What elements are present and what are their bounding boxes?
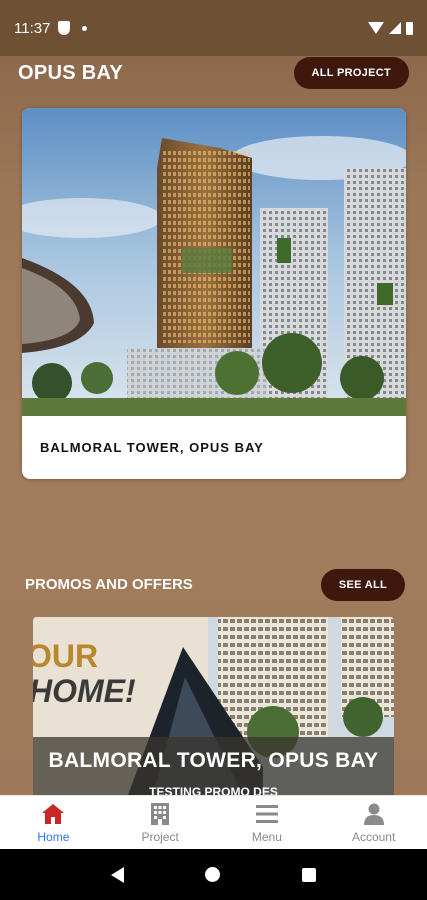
nav-account[interactable]: Account	[320, 796, 427, 849]
nav-project-label: Project	[141, 829, 179, 844]
all-project-button[interactable]: ALL PROJECT	[293, 57, 409, 89]
system-nav-bar	[0, 849, 427, 900]
see-all-button[interactable]: SEE ALL	[320, 568, 405, 601]
battery-icon	[406, 21, 413, 35]
bottom-nav: Home Project Menu Account	[0, 795, 427, 849]
nav-home[interactable]: Home	[0, 796, 107, 849]
nav-project[interactable]: Project	[107, 796, 214, 849]
menu-icon	[255, 804, 278, 823]
nav-menu[interactable]: Menu	[214, 796, 321, 849]
wifi-icon	[368, 22, 384, 34]
promo-banner[interactable]: OUR HOME! BALMORAL TOWER, OPUS BAY TESTI…	[33, 617, 394, 795]
back-icon[interactable]	[110, 866, 124, 883]
project-card[interactable]: BALMORAL TOWER, OPUS BAY	[22, 108, 406, 479]
signal-icon	[389, 22, 401, 34]
status-bar: 11:37	[0, 0, 427, 56]
nav-menu-label: Menu	[251, 829, 282, 844]
project-image	[22, 108, 406, 416]
promo-header: PROMOS AND OFFERS SEE ALL	[25, 568, 405, 601]
promo-subcaption: TESTING PROMO DES	[149, 785, 278, 795]
shield-icon	[58, 21, 71, 35]
nav-account-label: Account	[351, 829, 396, 844]
project-header: OPUS BAY ALL PROJECT	[18, 57, 409, 89]
home-circle-icon[interactable]	[205, 867, 221, 882]
account-icon	[363, 803, 384, 825]
app-screen: 11:37 OPUS BAY ALL PROJECT BALMORAL TOWE…	[0, 0, 427, 900]
status-left: 11:37	[14, 19, 88, 37]
notification-dot-icon	[82, 25, 88, 31]
project-title: OPUS BAY	[18, 61, 124, 84]
nav-home-label: Home	[37, 829, 70, 844]
promo-banner-text-2: HOME!	[33, 673, 136, 709]
building-icon	[151, 802, 170, 825]
recent-apps-icon[interactable]	[302, 867, 317, 882]
project-caption: BALMORAL TOWER, OPUS BAY	[40, 440, 264, 455]
home-icon	[42, 803, 65, 824]
status-right	[368, 21, 413, 35]
promo-caption: BALMORAL TOWER, OPUS BAY	[48, 749, 379, 772]
promo-banner-text-1: OUR	[33, 638, 98, 674]
promo-title: PROMOS AND OFFERS	[25, 576, 193, 593]
status-time: 11:37	[14, 19, 51, 37]
